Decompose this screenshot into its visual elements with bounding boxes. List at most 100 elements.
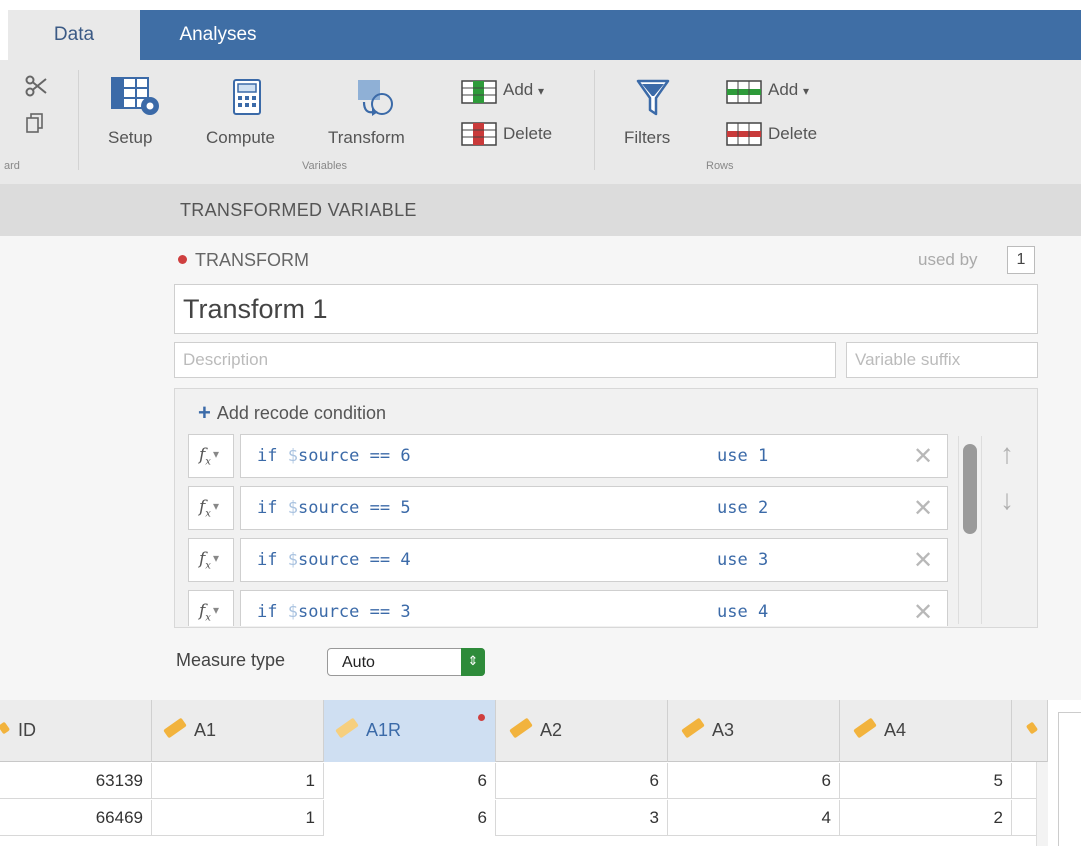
table-cell[interactable]: 3 (496, 800, 668, 836)
function-menu-button[interactable]: fx▾ (188, 590, 234, 626)
remove-condition-icon[interactable]: ✕ (913, 546, 933, 574)
table-cell[interactable]: 66469 (0, 800, 152, 836)
cut-icon[interactable] (24, 74, 48, 103)
function-menu-button[interactable]: fx▾ (188, 486, 234, 530)
table-cell[interactable]: 6 (324, 800, 496, 836)
column-header-a3[interactable]: A3 (668, 700, 840, 762)
column-header-label: A3 (712, 720, 735, 740)
add-recode-condition-button[interactable]: + Add recode condition (198, 400, 386, 426)
add-row-label: Add (768, 80, 799, 99)
measure-type-select[interactable]: Auto ⇕ (327, 648, 485, 676)
column-header-label: A1 (194, 720, 217, 740)
table-cell[interactable]: 5 (840, 763, 1012, 799)
measure-type-value: Auto (342, 654, 375, 671)
use-expression: use 3 (717, 550, 768, 570)
source-symbol: $ (287, 446, 298, 466)
add-row-icon[interactable] (726, 80, 762, 109)
operator: == (369, 550, 391, 570)
remove-condition-icon[interactable]: ✕ (913, 598, 933, 626)
column-header-a1[interactable]: A1 (152, 700, 324, 762)
transformed-indicator-dot (478, 714, 485, 721)
source-variable: source (297, 498, 360, 518)
source-symbol: $ (287, 602, 298, 622)
column-header-id[interactable]: ID (0, 700, 152, 762)
remove-condition-icon[interactable]: ✕ (913, 442, 933, 470)
table-cell[interactable]: 63139 (0, 763, 152, 799)
use-expression: use 4 (717, 602, 768, 622)
tab-data[interactable]: Data (8, 10, 140, 60)
recode-condition-row: fx▾ if $source == 4 use 3 ✕ (188, 538, 958, 582)
add-column-icon[interactable] (461, 80, 497, 109)
table-cell[interactable]: 1 (152, 763, 324, 799)
function-menu-button[interactable]: fx▾ (188, 434, 234, 478)
use-keyword: use (717, 498, 748, 518)
table-cell[interactable]: 2 (840, 800, 1012, 836)
conditions-scrollbar-thumb[interactable] (963, 444, 977, 534)
add-variable-button[interactable]: Add ▾ (503, 80, 544, 100)
compute-button[interactable]: Compute (206, 128, 275, 148)
condition-expression: if $source == 3 (257, 602, 411, 622)
description-field[interactable]: Description (174, 342, 836, 378)
transform-button[interactable]: Transform (328, 128, 405, 148)
condition-field[interactable]: if $source == 6 use 1 ✕ (240, 434, 948, 478)
source-variable: source (297, 550, 360, 570)
table-row: 66469 1 6 3 4 2 (0, 800, 1036, 836)
variable-suffix-field[interactable]: Variable suffix (846, 342, 1038, 378)
transform-icon[interactable] (352, 78, 400, 123)
recode-condition-row: fx▾ if $source == 5 use 2 ✕ (188, 486, 958, 530)
column-header-label: A4 (884, 720, 907, 740)
filters-button[interactable]: Filters (624, 128, 670, 148)
select-updown-icon: ⇕ (461, 648, 485, 676)
column-header-next[interactable] (1012, 700, 1048, 762)
delete-row-button[interactable]: Delete (768, 124, 817, 144)
section-header: TRANSFORMED VARIABLE (0, 184, 1081, 236)
nominal-variable-icon (0, 721, 11, 735)
use-expression: use 1 (717, 446, 768, 466)
spreadsheet-scrollbar[interactable] (1036, 762, 1048, 846)
results-pane-edge (1058, 712, 1081, 846)
tab-analyses[interactable]: Analyses (168, 10, 268, 60)
delete-variable-button[interactable]: Delete (503, 124, 552, 144)
delete-row-icon[interactable] (726, 122, 762, 151)
table-cell[interactable]: 6 (496, 763, 668, 799)
dropdown-caret-icon: ▾ (802, 84, 810, 98)
transform-name-field[interactable]: Transform 1 (174, 284, 1038, 334)
if-keyword: if (257, 550, 278, 570)
used-by-count-badge[interactable]: 1 (1007, 246, 1035, 274)
table-cell[interactable]: 6 (324, 763, 496, 799)
nominal-variable-icon (681, 717, 705, 739)
delete-column-icon[interactable] (461, 122, 497, 151)
setup-button[interactable]: Setup (108, 128, 152, 148)
nominal-variable-icon (1025, 721, 1039, 735)
use-keyword: use (717, 446, 748, 466)
function-menu-button[interactable]: fx▾ (188, 538, 234, 582)
plus-icon: + (198, 400, 211, 425)
move-down-arrow-icon[interactable]: ↓ (1000, 484, 1014, 516)
move-up-arrow-icon[interactable]: ↑ (1000, 438, 1014, 470)
column-header-a4[interactable]: A4 (840, 700, 1012, 762)
column-header-label: A1R (366, 720, 402, 740)
condition-field[interactable]: if $source == 3 use 4 ✕ (240, 590, 948, 626)
spreadsheet-header: ID A1 A1R A2 A3 A4 (0, 700, 1048, 762)
column-header-a2[interactable]: A2 (496, 700, 668, 762)
column-header-a1r[interactable]: A1R (324, 700, 496, 762)
table-cell[interactable]: 4 (668, 800, 840, 836)
condition-field[interactable]: if $source == 4 use 3 ✕ (240, 538, 948, 582)
condition-expression: if $source == 6 (257, 446, 411, 466)
condition-field[interactable]: if $source == 5 use 2 ✕ (240, 486, 948, 530)
calculator-icon[interactable] (232, 78, 262, 121)
add-row-button[interactable]: Add ▾ (768, 80, 809, 100)
operator: == (369, 602, 391, 622)
filter-icon[interactable] (636, 78, 670, 123)
nominal-variable-icon (335, 717, 359, 739)
condition-expression: if $source == 5 (257, 498, 411, 518)
condition-expression: if $source == 4 (257, 550, 411, 570)
operator: == (369, 498, 391, 518)
setup-icon[interactable] (110, 76, 164, 123)
column-header-label: A2 (540, 720, 563, 740)
add-recode-condition-label: Add recode condition (216, 403, 386, 423)
table-cell[interactable]: 1 (152, 800, 324, 836)
table-cell[interactable]: 6 (668, 763, 840, 799)
copy-icon[interactable] (26, 112, 44, 139)
remove-condition-icon[interactable]: ✕ (913, 494, 933, 522)
